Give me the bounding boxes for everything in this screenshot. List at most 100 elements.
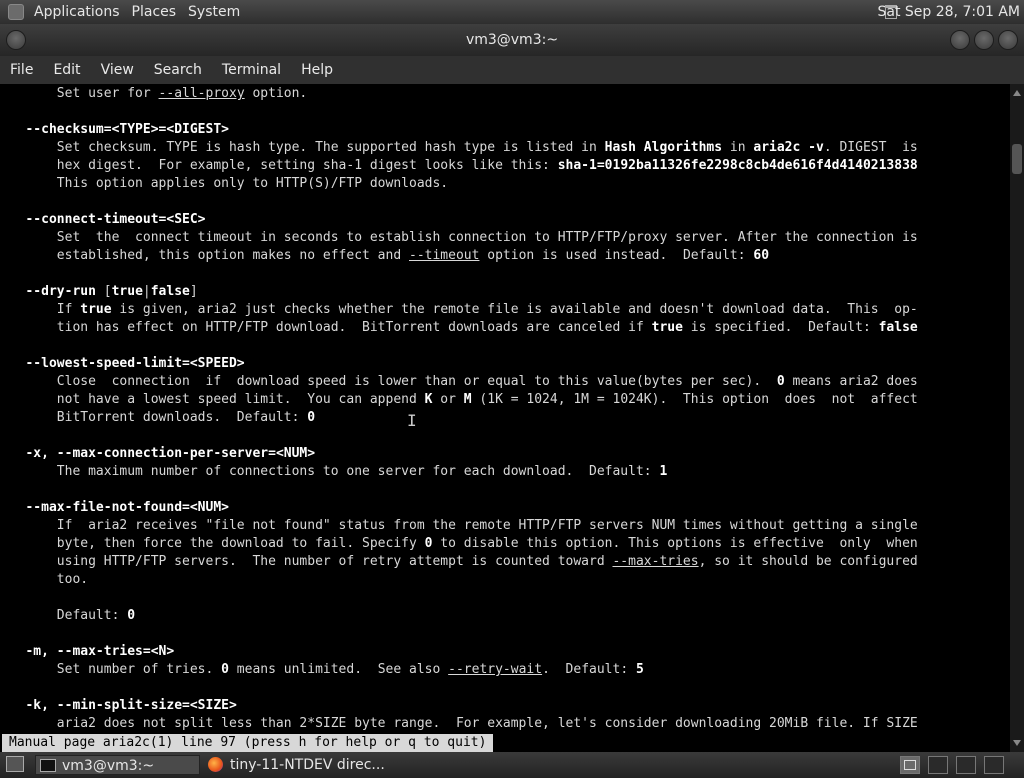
manpage-text: --max-file-not-found=<NUM>	[25, 500, 229, 515]
manpage-line: Set checksum. TYPE is hash type. The sup…	[2, 139, 918, 157]
clock[interactable]: Sat Sep 28, 7:01 AM	[877, 0, 1020, 24]
manpage-line: --checksum=<TYPE>=<DIGEST>	[2, 121, 229, 139]
manpage-text: -x, --max-connection-per-server=<NUM>	[25, 446, 316, 461]
manpage-line: not have a lowest speed limit. You can a…	[2, 391, 918, 409]
manpage-line: Close connection if download speed is lo…	[2, 373, 918, 391]
window-titlebar[interactable]: vm3@vm3:~	[0, 24, 1024, 56]
places-menu[interactable]: Places	[126, 0, 183, 24]
manpage-line: BitTorrent downloads. Default: 0	[2, 409, 315, 427]
manpage-line: Set number of tries. 0 means unlimited. …	[2, 661, 644, 679]
terminal-content[interactable]: Set user for --all-proxy option. --check…	[0, 84, 1010, 752]
manpage-text	[2, 284, 25, 299]
manpage-line: using HTTP/FTP servers. The number of re…	[2, 553, 918, 571]
manpage-text: 60	[753, 248, 770, 263]
manpage-text: aria2c -v	[753, 140, 824, 155]
workspace-2[interactable]	[928, 756, 948, 774]
system-menu[interactable]: System	[182, 0, 246, 24]
applications-menu[interactable]: Applications	[28, 0, 126, 24]
manpage-text: 5	[635, 662, 644, 677]
taskbar-item-firefox[interactable]: tiny-11-NTDEV direc...	[204, 755, 384, 775]
manpage-text: established, this option makes no effect…	[2, 248, 409, 263]
manpage-text: Set user for	[2, 86, 159, 101]
manpage-text: to disable this option. This options is …	[432, 536, 918, 551]
workspace-4[interactable]	[984, 756, 1004, 774]
manpage-text: option is used instead. Default:	[479, 248, 754, 263]
manpage-line: Set user for --all-proxy option.	[2, 85, 307, 103]
text-cursor-icon: I	[407, 411, 417, 430]
pager-status-line: Manual page aria2c(1) line 97 (press h f…	[2, 734, 494, 752]
manpage-text: too.	[2, 572, 89, 587]
manpage-text: not have a lowest speed limit. You can a…	[2, 392, 425, 407]
manpage-line: byte, then force the download to fail. S…	[2, 535, 918, 553]
manpage-line: If true is given, aria2 just checks whet…	[2, 301, 918, 319]
manpage-line: --connect-timeout=<SEC>	[2, 211, 205, 229]
manpage-text: using HTTP/FTP servers. The number of re…	[2, 554, 613, 569]
manpage-text: M	[463, 392, 472, 407]
taskbar-item-label: vm3@vm3:~	[62, 758, 155, 774]
minimize-button[interactable]	[950, 30, 970, 50]
taskbar-item-label: tiny-11-NTDEV direc...	[230, 757, 384, 773]
manpage-text: Set the connect timeout in seconds to es…	[2, 230, 918, 245]
manpage-text: Close connection if download speed is lo…	[2, 374, 777, 389]
window-title: vm3@vm3:~	[465, 32, 559, 48]
menu-edit[interactable]: Edit	[43, 56, 90, 84]
manpage-text: byte, then force the download to fail. S…	[2, 536, 425, 551]
firefox-icon	[208, 757, 223, 772]
terminal-icon	[40, 759, 56, 772]
manpage-line: hex digest. For example, setting sha-1 d…	[2, 157, 918, 175]
manpage-text: -m, --max-tries=<N>	[25, 644, 175, 659]
manpage-text: 1	[659, 464, 668, 479]
manpage-text: 0	[221, 662, 229, 677]
distro-logo-icon[interactable]	[8, 4, 24, 20]
workspace-1[interactable]	[900, 756, 920, 774]
manpage-text: 0	[776, 374, 785, 389]
manpage-text: (1K = 1024, 1M = 1024K). This option doe…	[471, 392, 918, 407]
manpage-text: option.	[244, 86, 308, 101]
show-desktop-icon[interactable]	[6, 756, 24, 772]
manpage-text: The maximum number of connections to one…	[2, 464, 660, 479]
manpage-text: --checksum=<TYPE>=<DIGEST>	[25, 122, 229, 137]
menu-help[interactable]: Help	[291, 56, 343, 84]
manpage-line: The maximum number of connections to one…	[2, 463, 668, 481]
menu-view[interactable]: View	[91, 56, 144, 84]
manpage-line: --max-file-not-found=<NUM>	[2, 499, 229, 517]
menu-terminal[interactable]: Terminal	[212, 56, 291, 84]
manpage-line: -m, --max-tries=<N>	[2, 643, 174, 661]
terminal-scrollbar[interactable]	[1010, 84, 1024, 752]
manpage-text: Hash Algorithms	[604, 140, 723, 155]
manpage-text: true	[651, 320, 683, 335]
scroll-down-icon[interactable]	[1013, 740, 1021, 746]
scrollbar-thumb[interactable]	[1012, 144, 1022, 174]
manpage-text: means aria2 does	[784, 374, 918, 389]
manpage-text: |	[142, 284, 151, 299]
maximize-button[interactable]	[974, 30, 994, 50]
manpage-text: --max-tries	[612, 554, 699, 569]
workspace-3[interactable]	[956, 756, 976, 774]
scroll-up-icon[interactable]	[1013, 90, 1021, 96]
manpage-line: --lowest-speed-limit=<SPEED>	[2, 355, 245, 373]
manpage-text: --all-proxy	[158, 86, 245, 101]
taskbar-item-terminal[interactable]: vm3@vm3:~	[35, 755, 200, 775]
manpage-text: . DIGEST is	[823, 140, 918, 155]
manpage-text: 0	[307, 410, 316, 425]
manpage-text: is given, aria2 just checks whether the …	[111, 302, 918, 317]
close-button[interactable]	[998, 30, 1018, 50]
manpage-text: --lowest-speed-limit=<SPEED>	[25, 356, 245, 371]
manpage-text: false	[150, 284, 190, 299]
manpage-text: hex digest. For example, setting sha-1 d…	[2, 158, 558, 173]
manpage-text: Set number of tries.	[2, 662, 222, 677]
menu-file[interactable]: File	[0, 56, 43, 84]
manpage-text: If	[2, 302, 81, 317]
bottom-taskbar: vm3@vm3:~ tiny-11-NTDEV direc...	[0, 752, 1024, 778]
menu-search[interactable]: Search	[144, 56, 212, 84]
manpage-text: --dry-run	[25, 284, 96, 299]
manpage-text: false	[878, 320, 918, 335]
manpage-text: BitTorrent downloads. Default:	[2, 410, 308, 425]
manpage-text: aria2 does not split less than 2*SIZE by…	[2, 716, 918, 731]
manpage-text: true	[80, 302, 112, 317]
manpage-line: aria2 does not split less than 2*SIZE by…	[2, 715, 918, 733]
manpage-text: --timeout	[409, 248, 480, 263]
manpage-text: or	[432, 392, 464, 407]
manpage-text: sha-1=0192ba11326fe2298c8cb4de616f4d4140…	[557, 158, 918, 173]
manpage-text: true	[111, 284, 143, 299]
